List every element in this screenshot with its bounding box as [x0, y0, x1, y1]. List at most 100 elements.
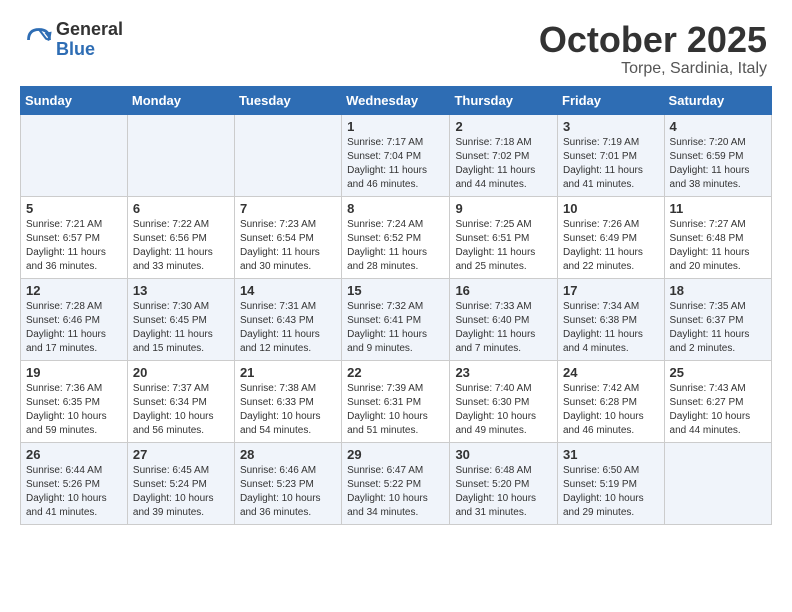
header-row: SundayMondayTuesdayWednesdayThursdayFrid…	[21, 86, 772, 114]
day-number: 17	[563, 283, 659, 298]
day-number: 21	[240, 365, 336, 380]
day-number: 18	[670, 283, 766, 298]
day-cell: 10 Sunrise: 7:26 AM Sunset: 6:49 PM Dayli…	[558, 196, 665, 278]
day-number: 8	[347, 201, 444, 216]
day-cell: 28Sunrise: 6:46 AM Sunset: 5:23 PM Dayli…	[234, 442, 341, 524]
day-number: 6	[133, 201, 229, 216]
day-number: 22	[347, 365, 444, 380]
day-number: 15	[347, 283, 444, 298]
day-number: 12	[26, 283, 122, 298]
day-cell: 16 Sunrise: 7:33 AM Sunset: 6:40 PM Dayli…	[450, 278, 558, 360]
day-cell: 12 Sunrise: 7:28 AM Sunset: 6:46 PM Dayli…	[21, 278, 128, 360]
day-cell: 3Sunrise: 7:19 AM Sunset: 7:01 PM Daylig…	[558, 114, 665, 196]
day-number: 26	[26, 447, 122, 462]
day-number: 7	[240, 201, 336, 216]
day-cell: 7 Sunrise: 7:23 AM Sunset: 6:54 PM Daylig…	[234, 196, 341, 278]
week-row: 1 Sunrise: 7:17 AM Sunset: 7:04 PM Daylig…	[21, 114, 772, 196]
day-cell: 30 Sunrise: 6:48 AM Sunset: 5:20 PM Dayli…	[450, 442, 558, 524]
day-info: Sunrise: 7:17 AM Sunset: 7:04 PM Dayligh…	[347, 136, 444, 192]
empty-cell	[127, 114, 234, 196]
logo-icon	[25, 26, 53, 54]
day-info: Sunrise: 6:44 AM Sunset: 5:26 PM Dayligh…	[26, 464, 122, 520]
day-number: 3	[563, 119, 659, 134]
day-cell: 23 Sunrise: 7:40 AM Sunset: 6:30 PM Dayli…	[450, 360, 558, 442]
week-row: 5Sunrise: 7:21 AM Sunset: 6:57 PM Daylig…	[21, 196, 772, 278]
day-info: Sunrise: 7:20 AM Sunset: 6:59 PM Dayligh…	[670, 136, 766, 192]
day-cell: 24Sunrise: 7:42 AM Sunset: 6:28 PM Dayli…	[558, 360, 665, 442]
day-number: 20	[133, 365, 229, 380]
logo: General Blue	[25, 20, 123, 60]
day-cell: 9 Sunrise: 7:25 AM Sunset: 6:51 PM Daylig…	[450, 196, 558, 278]
day-info: Sunrise: 7:24 AM Sunset: 6:52 PM Dayligh…	[347, 218, 444, 274]
day-number: 2	[455, 119, 552, 134]
week-row: 19Sunrise: 7:36 AM Sunset: 6:35 PM Dayli…	[21, 360, 772, 442]
empty-cell	[21, 114, 128, 196]
day-cell: 6 Sunrise: 7:22 AM Sunset: 6:56 PM Daylig…	[127, 196, 234, 278]
day-info: Sunrise: 6:45 AM Sunset: 5:24 PM Dayligh…	[133, 464, 229, 520]
day-info: Sunrise: 7:32 AM Sunset: 6:41 PM Dayligh…	[347, 300, 444, 356]
day-cell: 18 Sunrise: 7:35 AM Sunset: 6:37 PM Dayli…	[664, 278, 771, 360]
day-info: Sunrise: 7:23 AM Sunset: 6:54 PM Dayligh…	[240, 218, 336, 274]
column-header-tuesday: Tuesday	[234, 86, 341, 114]
day-info: Sunrise: 7:26 AM Sunset: 6:49 PM Dayligh…	[563, 218, 659, 274]
day-number: 16	[455, 283, 552, 298]
day-cell: 2 Sunrise: 7:18 AM Sunset: 7:02 PM Daylig…	[450, 114, 558, 196]
day-info: Sunrise: 7:35 AM Sunset: 6:37 PM Dayligh…	[670, 300, 766, 356]
calendar: SundayMondayTuesdayWednesdayThursdayFrid…	[20, 86, 772, 525]
day-number: 4	[670, 119, 766, 134]
day-number: 11	[670, 201, 766, 216]
column-header-friday: Friday	[558, 86, 665, 114]
day-number: 23	[455, 365, 552, 380]
day-info: Sunrise: 7:39 AM Sunset: 6:31 PM Dayligh…	[347, 382, 444, 438]
day-info: Sunrise: 7:34 AM Sunset: 6:38 PM Dayligh…	[563, 300, 659, 356]
day-cell: 13Sunrise: 7:30 AM Sunset: 6:45 PM Dayli…	[127, 278, 234, 360]
day-info: Sunrise: 7:40 AM Sunset: 6:30 PM Dayligh…	[455, 382, 552, 438]
day-info: Sunrise: 6:48 AM Sunset: 5:20 PM Dayligh…	[455, 464, 552, 520]
day-cell: 21 Sunrise: 7:38 AM Sunset: 6:33 PM Dayli…	[234, 360, 341, 442]
day-info: Sunrise: 7:38 AM Sunset: 6:33 PM Dayligh…	[240, 382, 336, 438]
day-info: Sunrise: 7:36 AM Sunset: 6:35 PM Dayligh…	[26, 382, 122, 438]
day-cell: 8 Sunrise: 7:24 AM Sunset: 6:52 PM Daylig…	[342, 196, 450, 278]
day-info: Sunrise: 6:46 AM Sunset: 5:23 PM Dayligh…	[240, 464, 336, 520]
title-block: October 2025 Torpe, Sardinia, Italy	[539, 20, 767, 78]
day-info: Sunrise: 7:33 AM Sunset: 6:40 PM Dayligh…	[455, 300, 552, 356]
column-header-sunday: Sunday	[21, 86, 128, 114]
day-info: Sunrise: 7:21 AM Sunset: 6:57 PM Dayligh…	[26, 218, 122, 274]
day-info: Sunrise: 7:25 AM Sunset: 6:51 PM Dayligh…	[455, 218, 552, 274]
day-cell: 4 Sunrise: 7:20 AM Sunset: 6:59 PM Daylig…	[664, 114, 771, 196]
day-number: 13	[133, 283, 229, 298]
day-info: Sunrise: 7:18 AM Sunset: 7:02 PM Dayligh…	[455, 136, 552, 192]
day-number: 24	[563, 365, 659, 380]
week-row: 12 Sunrise: 7:28 AM Sunset: 6:46 PM Dayli…	[21, 278, 772, 360]
day-info: Sunrise: 7:28 AM Sunset: 6:46 PM Dayligh…	[26, 300, 122, 356]
day-info: Sunrise: 7:27 AM Sunset: 6:48 PM Dayligh…	[670, 218, 766, 274]
day-number: 31	[563, 447, 659, 462]
column-header-wednesday: Wednesday	[342, 86, 450, 114]
day-number: 9	[455, 201, 552, 216]
day-info: Sunrise: 7:22 AM Sunset: 6:56 PM Dayligh…	[133, 218, 229, 274]
day-cell: 15 Sunrise: 7:32 AM Sunset: 6:41 PM Dayli…	[342, 278, 450, 360]
day-cell: 29Sunrise: 6:47 AM Sunset: 5:22 PM Dayli…	[342, 442, 450, 524]
day-cell: 26 Sunrise: 6:44 AM Sunset: 5:26 PM Dayli…	[21, 442, 128, 524]
day-cell: 25Sunrise: 7:43 AM Sunset: 6:27 PM Dayli…	[664, 360, 771, 442]
day-number: 1	[347, 119, 444, 134]
month-title: October 2025	[539, 20, 767, 60]
day-cell: 17 Sunrise: 7:34 AM Sunset: 6:38 PM Dayli…	[558, 278, 665, 360]
logo-blue-text: Blue	[56, 40, 123, 60]
day-info: Sunrise: 7:31 AM Sunset: 6:43 PM Dayligh…	[240, 300, 336, 356]
day-info: Sunrise: 7:37 AM Sunset: 6:34 PM Dayligh…	[133, 382, 229, 438]
header: General Blue October 2025 Torpe, Sardini…	[10, 10, 782, 86]
week-row: 26 Sunrise: 6:44 AM Sunset: 5:26 PM Dayli…	[21, 442, 772, 524]
day-number: 10	[563, 201, 659, 216]
logo-general-text: General	[56, 20, 123, 40]
day-cell: 19Sunrise: 7:36 AM Sunset: 6:35 PM Dayli…	[21, 360, 128, 442]
day-cell: 27Sunrise: 6:45 AM Sunset: 5:24 PM Dayli…	[127, 442, 234, 524]
location: Torpe, Sardinia, Italy	[539, 60, 767, 78]
day-cell: 1 Sunrise: 7:17 AM Sunset: 7:04 PM Daylig…	[342, 114, 450, 196]
day-cell: 5Sunrise: 7:21 AM Sunset: 6:57 PM Daylig…	[21, 196, 128, 278]
logo-text: General Blue	[56, 20, 123, 60]
day-number: 14	[240, 283, 336, 298]
day-number: 30	[455, 447, 552, 462]
day-cell: 14 Sunrise: 7:31 AM Sunset: 6:43 PM Dayli…	[234, 278, 341, 360]
day-info: Sunrise: 6:47 AM Sunset: 5:22 PM Dayligh…	[347, 464, 444, 520]
